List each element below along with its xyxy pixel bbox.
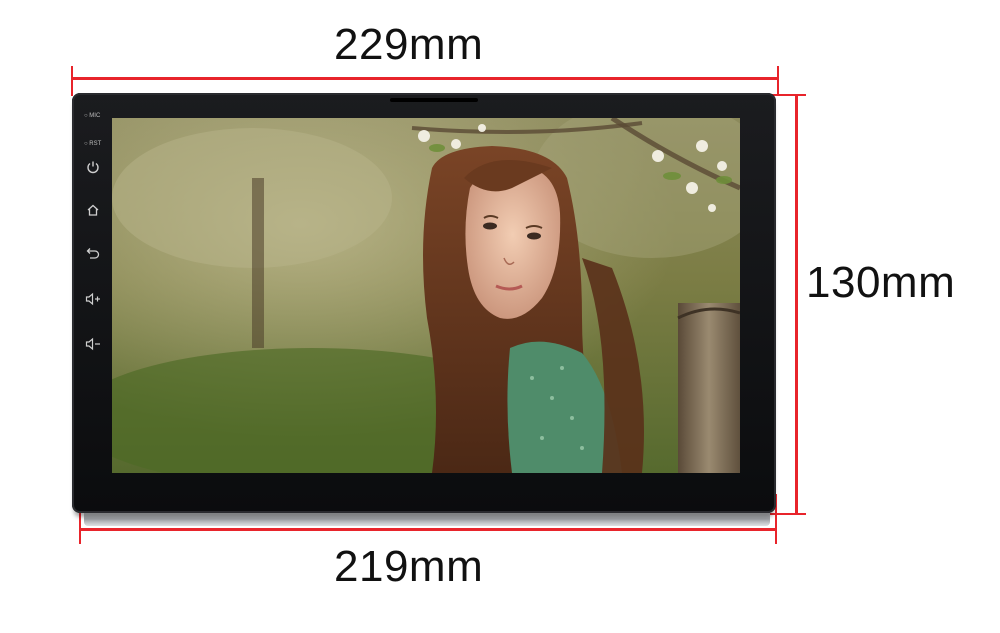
mic-label: ○ MIC bbox=[84, 113, 101, 119]
volume-up-icon[interactable] bbox=[85, 292, 101, 306]
volume-down-icon[interactable] bbox=[85, 337, 101, 351]
right-dimension-line bbox=[795, 94, 798, 514]
top-width-label: 229mm bbox=[334, 20, 484, 69]
rst-label: ○ RST bbox=[84, 141, 102, 147]
bottom-dimension-line bbox=[80, 528, 776, 531]
screen-photo bbox=[112, 118, 740, 473]
top-dimension-right-tick bbox=[777, 66, 779, 96]
right-height-label: 130mm bbox=[806, 258, 956, 307]
home-icon[interactable] bbox=[86, 203, 100, 217]
bezel-top-notch bbox=[390, 98, 478, 102]
bottom-width-label: 219mm bbox=[334, 542, 484, 591]
display-screen bbox=[112, 118, 740, 473]
top-dimension-line bbox=[72, 77, 778, 80]
power-icon[interactable] bbox=[86, 160, 100, 174]
device-base-strip bbox=[84, 512, 770, 526]
back-icon[interactable] bbox=[85, 247, 100, 261]
top-dimension-left-tick bbox=[71, 66, 73, 96]
